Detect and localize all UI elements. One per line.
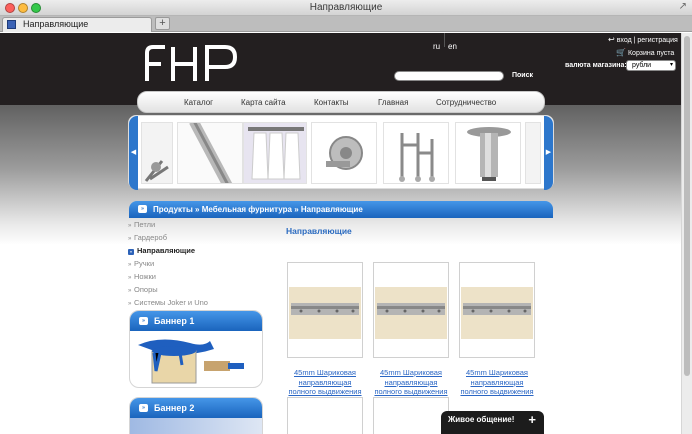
product-link[interactable]: 45mm Шариковая направляющая полного выдв… bbox=[371, 368, 451, 397]
breadcrumb-item[interactable]: Продукты bbox=[153, 205, 193, 214]
new-tab-button[interactable]: + bbox=[155, 17, 170, 30]
banner-title: Баннер 2 bbox=[154, 403, 195, 413]
web-page: ru en ↩ вход | регистрация 🛒 Корзина пуста… bbox=[0, 33, 692, 434]
carousel-prev-button[interactable]: ◀ bbox=[129, 116, 138, 190]
banner-bullet-icon: » bbox=[139, 317, 148, 325]
cart-link[interactable]: 🛒 Корзина пуста bbox=[616, 48, 674, 57]
chevron-down-icon: ▾ bbox=[669, 62, 673, 68]
browser-tab[interactable]: Направляющие bbox=[2, 17, 152, 32]
product-card[interactable] bbox=[373, 397, 449, 434]
scrollbar-thumb[interactable] bbox=[684, 36, 690, 376]
banner-header: » Баннер 1 bbox=[130, 311, 262, 331]
category-item[interactable]: » Ручки bbox=[128, 259, 154, 268]
banner-1[interactable]: » Баннер 1 bbox=[129, 310, 263, 388]
category-label: Направляющие bbox=[137, 246, 196, 255]
live-chat-widget[interactable]: Живое общение! + bbox=[441, 411, 544, 434]
product-link[interactable]: 45mm Шариковая направляющая полного выдв… bbox=[285, 368, 365, 397]
category-label: Ручки bbox=[134, 259, 155, 268]
category-label: Петли bbox=[134, 220, 156, 229]
nav-item-sitemap[interactable]: Карта сайта bbox=[241, 98, 286, 107]
currency-value: рубли bbox=[632, 62, 652, 69]
site-logo[interactable] bbox=[143, 43, 239, 83]
category-label: Ножки bbox=[134, 272, 156, 281]
category-item[interactable]: » Опоры bbox=[128, 285, 158, 294]
nav-item-home[interactable]: Главная bbox=[378, 98, 408, 107]
cart-icon: 🛒 bbox=[616, 48, 626, 57]
carousel-item[interactable] bbox=[141, 122, 173, 184]
product-image bbox=[375, 287, 447, 339]
banner-title: Баннер 1 bbox=[154, 316, 195, 326]
tab-label: Направляющие bbox=[23, 19, 89, 29]
nav-item-catalog[interactable]: Каталог bbox=[184, 98, 213, 107]
tab-bar: Направляющие + bbox=[0, 16, 692, 32]
paint-can-image bbox=[138, 339, 244, 384]
fullscreen-icon[interactable]: ↗ bbox=[679, 1, 687, 12]
favicon-icon bbox=[7, 20, 16, 29]
browser-window: Направляющие ↗ Направляющие + ru en ↩ вхо… bbox=[0, 0, 692, 434]
breadcrumb-separator: » bbox=[195, 205, 200, 214]
carousel-item[interactable] bbox=[311, 122, 377, 184]
category-label: Гардероб bbox=[134, 233, 167, 242]
carousel-item[interactable] bbox=[177, 122, 243, 184]
product-card[interactable] bbox=[373, 262, 449, 358]
nav-item-cooperation[interactable]: Сотрудничество bbox=[436, 98, 496, 107]
currency-label: валюта магазина: bbox=[565, 62, 627, 69]
arrow-left-icon: ◀ bbox=[130, 149, 137, 156]
vertical-scrollbar[interactable] bbox=[681, 33, 692, 434]
search-input[interactable] bbox=[394, 71, 504, 81]
product-image bbox=[289, 287, 361, 339]
arrow-right-icon: ▶ bbox=[545, 149, 552, 156]
category-item[interactable]: » Ножки bbox=[128, 272, 156, 281]
breadcrumb-item[interactable]: Мебельная фурнитура bbox=[202, 205, 292, 214]
lang-ru-link[interactable]: ru bbox=[433, 42, 440, 51]
product-card[interactable] bbox=[459, 262, 535, 358]
banner-bullet-icon: » bbox=[139, 404, 148, 412]
lang-en-link[interactable]: en bbox=[448, 42, 457, 51]
page-heading: Направляющие bbox=[286, 226, 352, 236]
login-link[interactable]: ↩ вход | регистрация bbox=[608, 35, 678, 44]
main-nav: Каталог Карта сайта Контакты Главная Сот… bbox=[137, 91, 545, 113]
title-bar: Направляющие ↗ bbox=[0, 0, 692, 16]
product-carousel: ◀ ▶ bbox=[128, 115, 554, 190]
carousel-item[interactable] bbox=[243, 122, 307, 184]
product-link[interactable]: 45mm Шариковая направляющая полного выдв… bbox=[457, 368, 537, 397]
lang-divider bbox=[444, 33, 445, 47]
category-label: Системы Joker и Uno bbox=[134, 298, 208, 307]
nav-item-contacts[interactable]: Контакты bbox=[314, 98, 349, 107]
breadcrumb-separator: » bbox=[294, 205, 299, 214]
login-label: вход | регистрация bbox=[616, 37, 678, 44]
breadcrumb: » Продукты » Мебельная фурнитура » Напра… bbox=[129, 201, 553, 218]
product-card[interactable] bbox=[287, 262, 363, 358]
carousel-next-button[interactable]: ▶ bbox=[544, 116, 553, 190]
cart-label: Корзина пуста bbox=[627, 50, 675, 57]
category-label: Опоры bbox=[134, 285, 158, 294]
login-icon: ↩ bbox=[608, 35, 615, 44]
category-item-active[interactable]: » Направляющие bbox=[128, 246, 195, 255]
banner-image bbox=[130, 418, 262, 434]
carousel-item[interactable] bbox=[455, 122, 521, 184]
breadcrumb-current: Направляющие bbox=[300, 205, 363, 214]
product-image bbox=[461, 287, 533, 339]
currency-select[interactable]: рубли ▾ bbox=[626, 60, 676, 71]
category-item[interactable]: » Петли bbox=[128, 220, 155, 229]
bullet-icon: » bbox=[128, 249, 134, 255]
category-item[interactable]: » Гардероб bbox=[128, 233, 167, 242]
breadcrumb-trail: Продукты » Мебельная фурнитура » Направл… bbox=[153, 205, 363, 214]
carousel-item[interactable] bbox=[525, 122, 541, 184]
banner-header: » Баннер 2 bbox=[130, 398, 262, 418]
product-card[interactable] bbox=[287, 397, 363, 434]
search-button[interactable]: Поиск bbox=[512, 72, 533, 79]
breadcrumb-bullet-icon: » bbox=[138, 205, 147, 213]
live-chat-label: Живое общение! bbox=[448, 415, 515, 424]
category-item[interactable]: » Системы Joker и Uno bbox=[128, 298, 208, 307]
window-title: Направляющие bbox=[309, 2, 383, 13]
carousel-item[interactable] bbox=[383, 122, 449, 184]
banner-2[interactable]: » Баннер 2 bbox=[129, 397, 263, 434]
plus-icon[interactable]: + bbox=[528, 412, 536, 427]
